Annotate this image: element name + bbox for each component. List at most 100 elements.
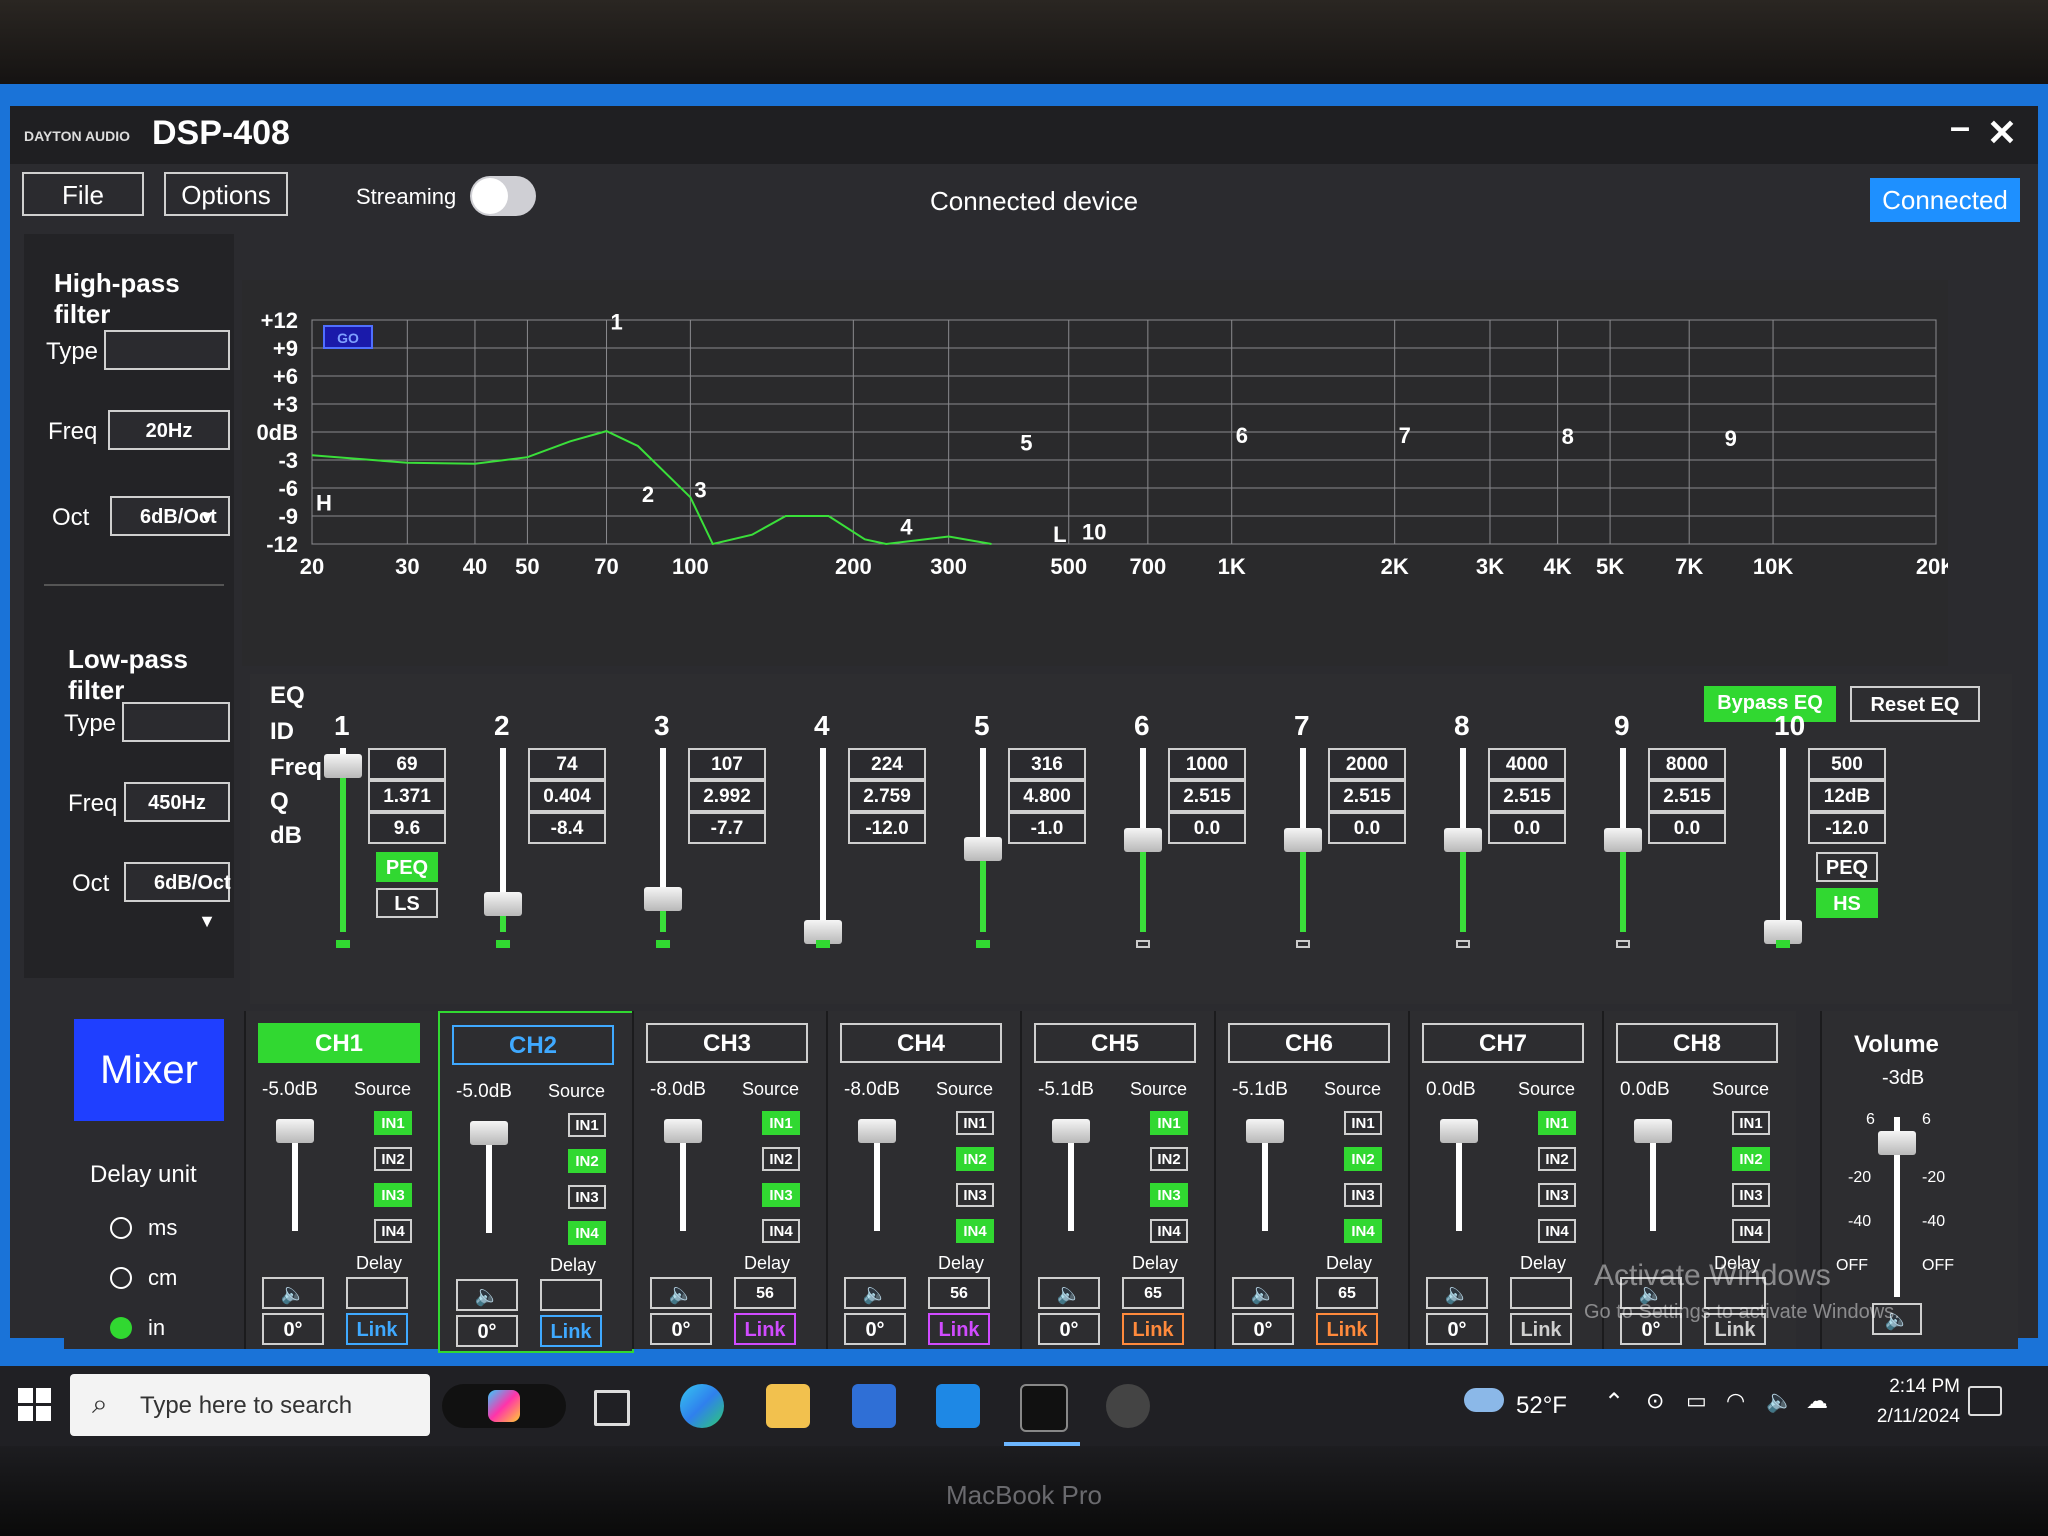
- eq-band-freq-field[interactable]: 2000: [1328, 748, 1406, 780]
- eq-band-track[interactable]: [644, 748, 682, 932]
- eq-band-type-peq[interactable]: PEQ: [376, 852, 438, 882]
- eq-band-db-field[interactable]: -1.0: [1008, 812, 1086, 844]
- source-in1-toggle[interactable]: IN1: [1344, 1111, 1382, 1135]
- eq-band-q-field[interactable]: 2.515: [1488, 780, 1566, 812]
- channel-gain-slider[interactable]: [664, 1119, 702, 1143]
- channel-phase-button[interactable]: 0°: [1426, 1313, 1488, 1345]
- mail-icon[interactable]: [936, 1384, 980, 1428]
- band-marker[interactable]: 4: [900, 515, 913, 540]
- source-in4-toggle[interactable]: IN4: [568, 1221, 606, 1245]
- eq-band-q-field[interactable]: 4.800: [1008, 780, 1086, 812]
- eq-band-q-field[interactable]: 0.404: [528, 780, 606, 812]
- channel-phase-button[interactable]: 0°: [1232, 1313, 1294, 1345]
- source-in3-toggle[interactable]: IN3: [1150, 1183, 1188, 1207]
- eq-band-slider[interactable]: [1444, 828, 1482, 852]
- channel-name-button[interactable]: CH1: [258, 1023, 420, 1063]
- band-marker[interactable]: L: [1053, 522, 1066, 547]
- dayton-dsp-app-icon[interactable]: [1020, 1384, 1068, 1432]
- eq-band-track[interactable]: [1604, 748, 1642, 932]
- tray-network-icon[interactable]: ⊙: [1646, 1388, 1664, 1414]
- channel-gain-slider[interactable]: [858, 1119, 896, 1143]
- minimize-button[interactable]: –: [1940, 106, 1980, 148]
- channel-phase-button[interactable]: 0°: [650, 1313, 712, 1345]
- source-in3-toggle[interactable]: IN3: [374, 1183, 412, 1207]
- feather-app-icon[interactable]: [1106, 1384, 1150, 1428]
- channel-phase-button[interactable]: 0°: [456, 1315, 518, 1347]
- channel-mute-button[interactable]: 🔈: [650, 1277, 712, 1309]
- eq-band-freq-field[interactable]: 1000: [1168, 748, 1246, 780]
- tray-chevron-icon[interactable]: ⌃: [1604, 1388, 1624, 1417]
- eq-band-db-field[interactable]: 0.0: [1648, 812, 1726, 844]
- source-in2-toggle[interactable]: IN2: [568, 1149, 606, 1173]
- eq-band-db-field[interactable]: -12.0: [1808, 812, 1886, 844]
- source-in2-toggle[interactable]: IN2: [762, 1147, 800, 1171]
- source-in4-toggle[interactable]: IN4: [1538, 1219, 1576, 1243]
- hpf-type-field[interactable]: [104, 330, 230, 370]
- eq-band-freq-field[interactable]: 500: [1808, 748, 1886, 780]
- copilot-icon[interactable]: [442, 1384, 566, 1428]
- band-marker[interactable]: 1: [611, 309, 623, 334]
- eq-band-slider[interactable]: [1124, 828, 1162, 852]
- source-in2-toggle[interactable]: IN2: [1538, 1147, 1576, 1171]
- channel-name-button[interactable]: CH3: [646, 1023, 808, 1063]
- eq-band-track[interactable]: [1124, 748, 1162, 932]
- source-in1-toggle[interactable]: IN1: [762, 1111, 800, 1135]
- tray-onedrive-icon[interactable]: ☁: [1806, 1388, 1828, 1414]
- band-marker[interactable]: 9: [1725, 426, 1737, 451]
- source-in4-toggle[interactable]: IN4: [1150, 1219, 1188, 1243]
- eq-band-track[interactable]: [324, 748, 362, 932]
- source-in1-toggle[interactable]: IN1: [1150, 1111, 1188, 1135]
- edge-icon[interactable]: [680, 1384, 724, 1428]
- delay-unit-radio-cm[interactable]: [110, 1267, 132, 1289]
- notification-icon[interactable]: [1968, 1386, 2002, 1416]
- reset-eq-button[interactable]: Reset EQ: [1850, 686, 1980, 722]
- task-view-icon[interactable]: [594, 1390, 630, 1426]
- channel-link-button[interactable]: Link: [1122, 1313, 1184, 1345]
- channel-mute-button[interactable]: 🔈: [1426, 1277, 1488, 1309]
- channel-gain-slider[interactable]: [276, 1119, 314, 1143]
- eq-band-freq-field[interactable]: 4000: [1488, 748, 1566, 780]
- eq-band-freq-field[interactable]: 69: [368, 748, 446, 780]
- channel-link-button[interactable]: Link: [1510, 1313, 1572, 1345]
- source-in4-toggle[interactable]: IN4: [956, 1219, 994, 1243]
- eq-band-q-field[interactable]: 2.515: [1648, 780, 1726, 812]
- channel-link-button[interactable]: Link: [928, 1313, 990, 1345]
- eq-band-q-field[interactable]: 2.992: [688, 780, 766, 812]
- source-in2-toggle[interactable]: IN2: [374, 1147, 412, 1171]
- channel-link-button[interactable]: Link: [540, 1315, 602, 1347]
- channel-mute-button[interactable]: 🔈: [844, 1277, 906, 1309]
- channel-phase-button[interactable]: 0°: [844, 1313, 906, 1345]
- eq-band-track[interactable]: [1284, 748, 1322, 932]
- source-in2-toggle[interactable]: IN2: [1150, 1147, 1188, 1171]
- source-in3-toggle[interactable]: IN3: [956, 1183, 994, 1207]
- eq-band-freq-field[interactable]: 74: [528, 748, 606, 780]
- lpf-freq-field[interactable]: 450Hz: [124, 782, 230, 822]
- eq-band-q-field[interactable]: 12dB: [1808, 780, 1886, 812]
- channel-phase-button[interactable]: 0°: [1038, 1313, 1100, 1345]
- eq-band-type-shelf[interactable]: LS: [376, 888, 438, 918]
- tray-volume-icon[interactable]: 🔈: [1766, 1388, 1793, 1414]
- eq-band-freq-field[interactable]: 8000: [1648, 748, 1726, 780]
- channel-mute-button[interactable]: 🔈: [1232, 1277, 1294, 1309]
- source-in4-toggle[interactable]: IN4: [374, 1219, 412, 1243]
- channel-delay-field[interactable]: 65: [1122, 1277, 1184, 1309]
- tray-battery-icon[interactable]: ▭: [1686, 1388, 1707, 1414]
- source-in2-toggle[interactable]: IN2: [956, 1147, 994, 1171]
- eq-band-type-shelf[interactable]: HS: [1816, 888, 1878, 918]
- eq-band-freq-field[interactable]: 224: [848, 748, 926, 780]
- eq-band-db-field[interactable]: 0.0: [1488, 812, 1566, 844]
- eq-band-freq-field[interactable]: 316: [1008, 748, 1086, 780]
- channel-gain-slider[interactable]: [1440, 1119, 1478, 1143]
- channel-delay-field[interactable]: [540, 1279, 602, 1311]
- source-in3-toggle[interactable]: IN3: [1538, 1183, 1576, 1207]
- band-marker[interactable]: 3: [694, 477, 706, 502]
- source-in1-toggle[interactable]: IN1: [956, 1111, 994, 1135]
- eq-band-db-field[interactable]: -8.4: [528, 812, 606, 844]
- band-marker[interactable]: 10: [1082, 519, 1106, 544]
- channel-name-button[interactable]: CH4: [840, 1023, 1002, 1063]
- channel-name-button[interactable]: CH6: [1228, 1023, 1390, 1063]
- connected-button[interactable]: Connected: [1870, 178, 2020, 222]
- eq-band-slider[interactable]: [964, 837, 1002, 862]
- channel-link-button[interactable]: Link: [346, 1313, 408, 1345]
- file-menu-button[interactable]: File: [22, 172, 144, 216]
